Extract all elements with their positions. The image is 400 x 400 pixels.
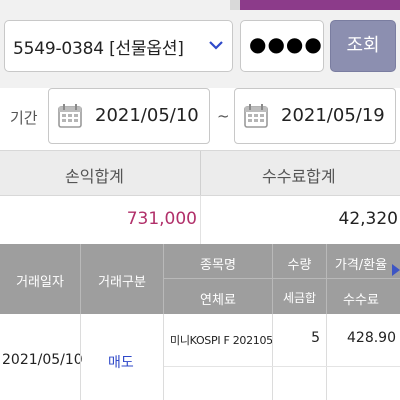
table-header: 거래일자 거래구분 종목명 연체료 수량 세금합 가격/환율 수수료 <box>0 244 400 314</box>
profit-total-label: 손익합계 <box>65 167 124 186</box>
fee-total-label: 수수료합계 <box>262 167 336 186</box>
header-row-divider <box>164 278 400 279</box>
row-divider <box>80 314 81 400</box>
end-date-value: 2021/05/19 <box>281 105 385 126</box>
header-trade-date: 거래일자 <box>16 275 64 290</box>
table-row[interactable]: 2021/05/10 매도 미니KOSPI F 202105 5 428.90 <box>0 314 400 400</box>
row-quantity: 5 <box>311 330 320 346</box>
header-fee: 수수료 <box>343 293 379 308</box>
summary-divider <box>200 196 201 244</box>
header-tax-total: 세금합 <box>282 291 317 305</box>
row-trade-type: 매도 <box>108 355 134 371</box>
fee-total-value: 42,320 <box>338 209 398 229</box>
search-button[interactable]: 조회 <box>330 20 396 72</box>
row-divider <box>326 314 327 400</box>
start-date-value: 2021/05/10 <box>95 105 199 126</box>
row-trade-date: 2021/05/10 <box>2 352 83 368</box>
start-date-field[interactable]: 2021/05/10 <box>48 88 210 144</box>
period-label: 기간 <box>10 109 38 127</box>
summary-divider <box>200 151 201 195</box>
header-item-name: 종목명 <box>200 258 236 273</box>
row-divider <box>163 314 164 400</box>
header-late-fee: 연체료 <box>200 293 236 308</box>
calendar-icon <box>244 104 268 128</box>
chevron-down-icon <box>209 41 223 50</box>
summary-values: 731,000 42,320 <box>0 196 400 244</box>
header-quantity: 수량 <box>287 258 312 273</box>
row-price: 428.90 <box>347 330 396 346</box>
period-row: 기간 2021/05/10 ~ 2021/05/19 <box>0 88 400 148</box>
account-row: 5549-0384 [선물옵션] ●●●● 조회 <box>0 10 400 88</box>
period-separator: ~ <box>217 107 230 125</box>
row-item-name: 미니KOSPI F 202105 <box>170 334 273 347</box>
row-divider <box>272 314 273 400</box>
profit-total-value: 731,000 <box>126 209 197 229</box>
calendar-icon <box>58 104 82 128</box>
password-field[interactable]: ●●●● <box>240 20 324 72</box>
header-trade-type: 거래구분 <box>98 275 146 290</box>
summary-header: 손익합계 수수료합계 <box>0 150 400 196</box>
top-strip-light <box>0 0 230 10</box>
header-price-exchange: 가격/환율 <box>334 258 388 273</box>
top-strip <box>0 0 400 10</box>
account-value: 5549-0384 [선물옵션] <box>13 39 184 59</box>
end-date-field[interactable]: 2021/05/19 <box>234 88 396 144</box>
row-inner-divider <box>164 366 400 367</box>
top-strip-divider <box>230 0 240 10</box>
password-mask: ●●●● <box>249 32 323 56</box>
scroll-right-arrow-icon[interactable] <box>392 264 400 276</box>
account-select[interactable]: 5549-0384 [선물옵션] <box>4 20 233 72</box>
